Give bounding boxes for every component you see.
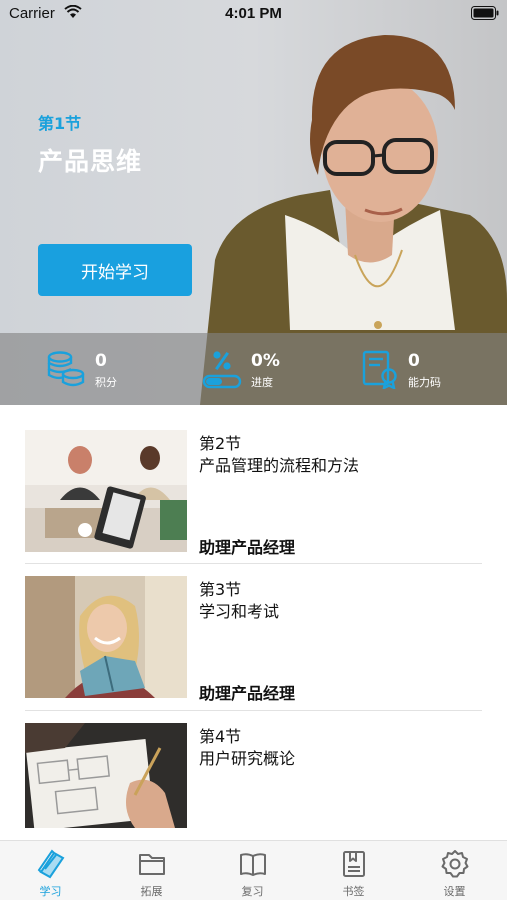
start-learning-button[interactable]: 开始学习 xyxy=(38,244,192,296)
tab-bookmarks[interactable]: 书签 xyxy=(303,841,404,900)
clock: 4:01 PM xyxy=(225,5,282,22)
lesson-title: 学习和考试 xyxy=(199,602,280,621)
stat-ability-code[interactable]: 0 能力码 xyxy=(338,333,507,405)
lesson-list: 第2节 产品管理的流程和方法 助理产品经理 第3节 学习和考试 助理产品经理 第… xyxy=(0,405,507,840)
hero-lesson-number: 第1节 xyxy=(38,114,82,133)
points-label: 积分 xyxy=(95,376,117,389)
bookmark-icon xyxy=(343,851,365,877)
lesson-section: 第2节 xyxy=(199,434,242,453)
divider xyxy=(25,563,482,564)
stat-progress[interactable]: 0% 进度 xyxy=(169,333,338,405)
stat-points[interactable]: 0 积分 xyxy=(0,333,169,405)
tab-review[interactable]: 复习 xyxy=(202,841,303,900)
ability-code-label: 能力码 xyxy=(408,376,441,389)
tab-label: 复习 xyxy=(241,885,264,898)
tab-label: 学习 xyxy=(39,885,62,898)
tab-extend[interactable]: 拓展 xyxy=(101,841,202,900)
list-item[interactable]: 第2节 产品管理的流程和方法 助理产品经理 xyxy=(25,430,482,562)
lesson-section: 第3节 xyxy=(199,580,242,599)
tab-settings[interactable]: 设置 xyxy=(404,841,505,900)
tab-label: 拓展 xyxy=(140,885,163,898)
tab-label: 设置 xyxy=(443,885,466,898)
lesson-level: 助理产品经理 xyxy=(199,684,296,703)
tab-study[interactable]: 学习 xyxy=(0,841,101,900)
lesson-thumbnail xyxy=(25,430,187,552)
lesson-title: 用户研究概论 xyxy=(199,749,296,768)
tab-bar: 学习 拓展 复习 书签 设置 xyxy=(0,840,507,900)
coins-icon xyxy=(47,351,85,387)
progress-icon xyxy=(202,351,242,389)
progress-label: 进度 xyxy=(251,376,273,389)
lesson-thumbnail xyxy=(25,723,187,828)
folder-icon xyxy=(139,854,165,875)
tab-label: 书签 xyxy=(342,885,365,898)
battery-icon xyxy=(471,6,499,20)
lesson-title: 产品管理的流程和方法 xyxy=(199,456,360,475)
lesson-level: 助理产品经理 xyxy=(199,538,296,557)
gear-icon xyxy=(441,850,469,878)
divider xyxy=(25,710,482,711)
progress-value: 0% xyxy=(251,351,280,371)
lesson-thumbnail xyxy=(25,576,187,698)
hero-banner: Carrier 4:01 PM 第1节 产品思维 开始学习 0 积分 0% 进度… xyxy=(0,0,507,405)
hero-lesson-title: 产品思维 xyxy=(38,147,143,176)
open-book-icon xyxy=(240,853,266,876)
points-value: 0 xyxy=(95,351,107,371)
book-icon xyxy=(37,849,65,879)
list-item[interactable]: 第4节 用户研究概论 xyxy=(25,723,482,840)
list-item[interactable]: 第3节 学习和考试 助理产品经理 xyxy=(25,576,482,708)
status-bar: Carrier 4:01 PM xyxy=(0,0,507,28)
ability-code-value: 0 xyxy=(408,351,420,371)
lesson-section: 第4节 xyxy=(199,727,242,746)
stats-bar: 0 积分 0% 进度 0 能力码 xyxy=(0,333,507,405)
certificate-icon xyxy=(362,350,397,389)
